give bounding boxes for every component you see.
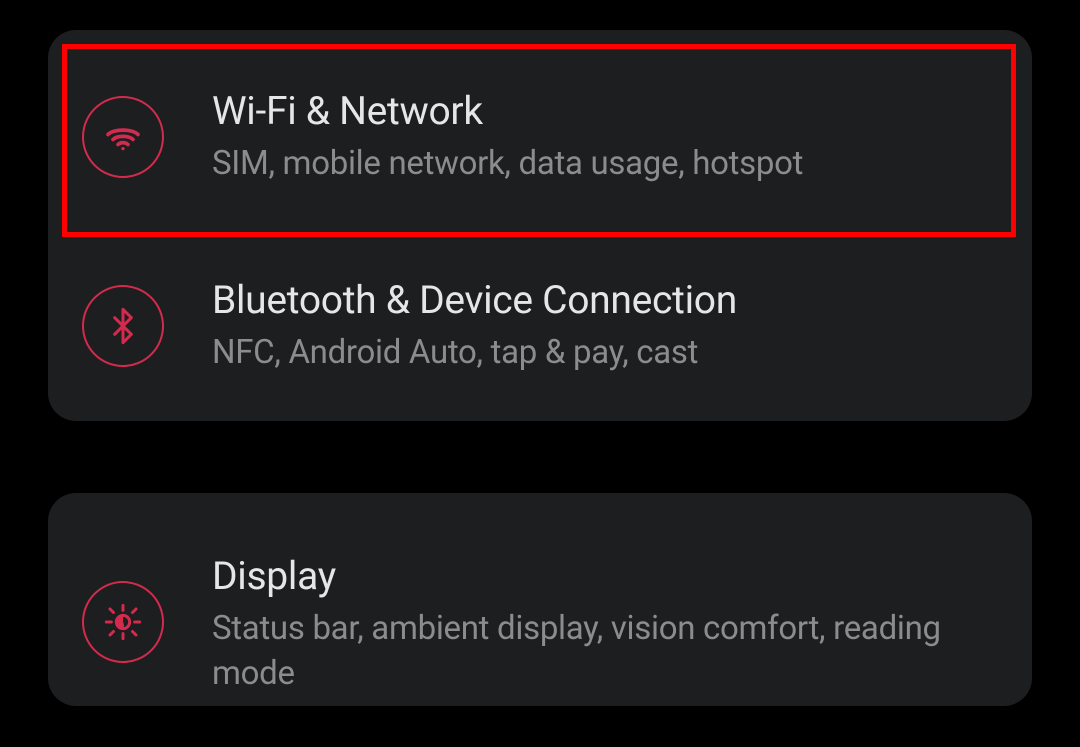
settings-item-title: Display <box>212 553 998 599</box>
settings-item-title: Wi-Fi & Network <box>212 88 803 134</box>
settings-card-network: Wi-Fi & Network SIM, mobile network, dat… <box>48 30 1032 421</box>
settings-item-display[interactable]: Display Status bar, ambient display, vis… <box>48 493 1032 706</box>
settings-item-bluetooth[interactable]: Bluetooth & Device Connection NFC, Andro… <box>48 243 1032 422</box>
settings-item-subtitle: Status bar, ambient display, vision comf… <box>212 607 998 696</box>
settings-item-text: Bluetooth & Device Connection NFC, Andro… <box>212 277 737 376</box>
settings-item-title: Bluetooth & Device Connection <box>212 277 737 323</box>
settings-item-wifi-network[interactable]: Wi-Fi & Network SIM, mobile network, dat… <box>48 30 1032 243</box>
settings-item-text: Wi-Fi & Network SIM, mobile network, dat… <box>212 88 803 187</box>
settings-item-text: Display Status bar, ambient display, vis… <box>212 553 998 696</box>
wifi-icon <box>82 96 164 178</box>
brightness-icon <box>82 581 164 663</box>
settings-item-subtitle: NFC, Android Auto, tap & pay, cast <box>212 331 737 376</box>
settings-card-display: Display Status bar, ambient display, vis… <box>48 493 1032 706</box>
settings-item-subtitle: SIM, mobile network, data usage, hotspot <box>212 142 803 187</box>
bluetooth-icon <box>82 285 164 367</box>
